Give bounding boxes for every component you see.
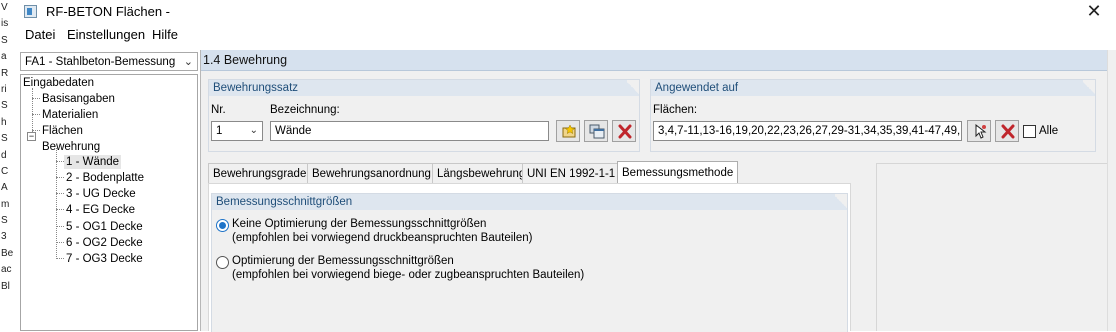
radio-no-optimization[interactable] [216, 219, 229, 232]
background-window-strip: Vis Sa Rri Sh Sd C Am S 3 Be ac Bl [0, 0, 16, 331]
background-text-0: V [1, 2, 8, 13]
select-surfaces-button[interactable] [967, 120, 991, 142]
background-text-5: ri [1, 83, 7, 95]
page-title: 1.4 Bewehrung [201, 50, 1116, 71]
chevron-down-icon: ⌄ [183, 56, 193, 68]
app-icon [24, 5, 37, 18]
copy-set-button[interactable] [584, 120, 608, 142]
background-text-12: m [1, 198, 10, 210]
tree-item-basisangaben[interactable]: Basisangaben [42, 92, 115, 106]
background-text-2: S [1, 34, 8, 46]
tree-item-reinforcement-5[interactable]: 5 - OG1 Decke [66, 220, 143, 234]
new-set-button[interactable] [556, 120, 580, 142]
tab-bemessungsmethode[interactable]: Bemessungsmethode [617, 161, 739, 184]
rf-beton-window: RF-BETON Flächen - ✕ Datei Einstellungen… [16, 0, 1116, 332]
bemessung-title: Bemessungsschnittgrößen [216, 196, 353, 208]
info-panel [876, 163, 1108, 331]
background-text-15: Be [1, 247, 14, 259]
tab-bewehrungsgrade[interactable]: Bewehrungsgrade [208, 163, 312, 183]
pick-cursor-icon [975, 124, 987, 139]
radio-optimization[interactable] [216, 256, 229, 269]
background-text-6: S [1, 100, 8, 112]
main-panel: 1.4 Bewehrung Bewehrungssatz Nr. Bezeich… [200, 50, 1116, 332]
background-text-1: is [1, 18, 9, 30]
tree-item-bewehrung[interactable]: Bewehrung [42, 140, 100, 154]
title-bar: RF-BETON Flächen - ✕ [16, 0, 1116, 24]
menu-hilfe[interactable]: Hilfe [152, 27, 178, 42]
bewehrungssatz-title: Bewehrungssatz [213, 82, 299, 94]
option2-label: Optimierung der Bemessungsschnittgrößen [232, 255, 454, 267]
clear-surfaces-button[interactable] [995, 120, 1019, 142]
background-text-13: S [1, 215, 8, 227]
flaechen-field[interactable]: 3,4,7-11,13-16,19,20,22,23,26,27,29-31,3… [653, 121, 962, 141]
tree-item-reinforcement-7[interactable]: 7 - OG3 Decke [66, 252, 143, 266]
tree-root-eingabedaten[interactable]: Eingabedaten [23, 76, 94, 90]
module-select[interactable]: FA1 - Stahlbeton-Bemessung ⌄ [20, 52, 198, 71]
tab-bewehrungsanordnung[interactable]: Bewehrungsanordnung [307, 163, 436, 183]
angewendet-title: Angewendet auf [655, 82, 739, 94]
tree-item-reinforcement-2[interactable]: 2 - Bodenplatte [66, 171, 144, 185]
module-select-value: FA1 - Stahlbeton-Bemessung [25, 56, 176, 68]
background-text-4: R [1, 67, 9, 79]
background-text-17: Bl [1, 280, 10, 292]
bezeichnung-label: Bezeichnung: [270, 104, 340, 116]
tree-item-reinforcement-4[interactable]: 4 - EG Decke [66, 203, 135, 217]
copy-icon [589, 124, 605, 139]
tab-laengsbewehrung[interactable]: Längsbewehrung [432, 163, 531, 183]
navigator-tree: Eingabedaten Basisangaben Materialien Fl… [20, 74, 198, 331]
option1-hint: (empfohlen bei vorwiegend druckbeanspruc… [232, 232, 533, 244]
tree-item-reinforcement-6[interactable]: 6 - OG2 Decke [66, 236, 143, 250]
delete-icon [618, 124, 632, 139]
tab-page-bemessungsmethode: Bemessungsschnittgrößen Keine Optimierun… [208, 183, 851, 332]
background-text-9: d [1, 149, 7, 161]
bemessung-group: Bemessungsschnittgrößen Keine Optimierun… [211, 193, 848, 332]
tree-item-reinforcement-3[interactable]: 3 - UG Decke [66, 187, 136, 201]
option2-hint: (empfohlen bei vorwiegend biege- oder zu… [232, 269, 585, 281]
vertical-scrollbar[interactable] [1107, 50, 1116, 331]
nr-select-value: 1 [216, 125, 223, 137]
nr-label: Nr. [211, 104, 226, 116]
background-text-14: 3 [1, 231, 7, 243]
nr-select[interactable]: 1 ⌄ [211, 121, 263, 141]
bemessung-group-title: Bemessungsschnittgrößen [212, 194, 847, 210]
alle-label: Alle [1039, 125, 1059, 137]
angewendet-group-title: Angewendet auf [651, 80, 1095, 96]
alle-checkbox[interactable] [1023, 125, 1036, 138]
navigator-panel: FA1 - Stahlbeton-Bemessung ⌄ Eingabedate… [20, 50, 198, 331]
close-icon[interactable]: ✕ [1083, 1, 1105, 23]
new-set-icon [562, 124, 576, 138]
background-text-16: ac [1, 264, 12, 276]
menu-bar: Datei Einstellungen Hilfe [16, 24, 1116, 44]
tree-item-flaechen[interactable]: Flächen [42, 124, 83, 138]
menu-einstellungen[interactable]: Einstellungen [67, 27, 145, 42]
background-text-11: A [1, 182, 8, 194]
flaechen-label: Flächen: [653, 104, 698, 116]
bezeichnung-field[interactable]: Wände [270, 121, 549, 141]
delete-set-button[interactable] [612, 120, 636, 142]
window-title: RF-BETON Flächen - [46, 4, 171, 19]
collapse-icon[interactable]: − [27, 132, 36, 141]
bewehrungssatz-group: Bewehrungssatz Nr. Bezeichnung: 1 ⌄ Wänd… [208, 79, 640, 152]
background-text-3: a [1, 51, 7, 63]
chevron-down-icon: ⌄ [249, 125, 258, 136]
background-text-7: h [1, 116, 7, 128]
tree-item-reinforcement-1[interactable]: 1 - Wände [64, 155, 122, 169]
delete-icon [1001, 124, 1015, 139]
background-text-8: S [1, 133, 8, 145]
tree-item-materialien[interactable]: Materialien [42, 108, 98, 122]
bewehrungssatz-group-title: Bewehrungssatz [209, 80, 639, 96]
tab-uni-en-1992[interactable]: UNI EN 1992-1-1 [522, 163, 621, 183]
option1-label: Keine Optimierung der Bemessungsschnittg… [232, 218, 487, 230]
menu-datei[interactable]: Datei [25, 27, 55, 42]
background-text-10: C [1, 165, 9, 177]
angewendet-group: Angewendet auf Flächen: 3,4,7-11,13-16,1… [650, 79, 1096, 152]
